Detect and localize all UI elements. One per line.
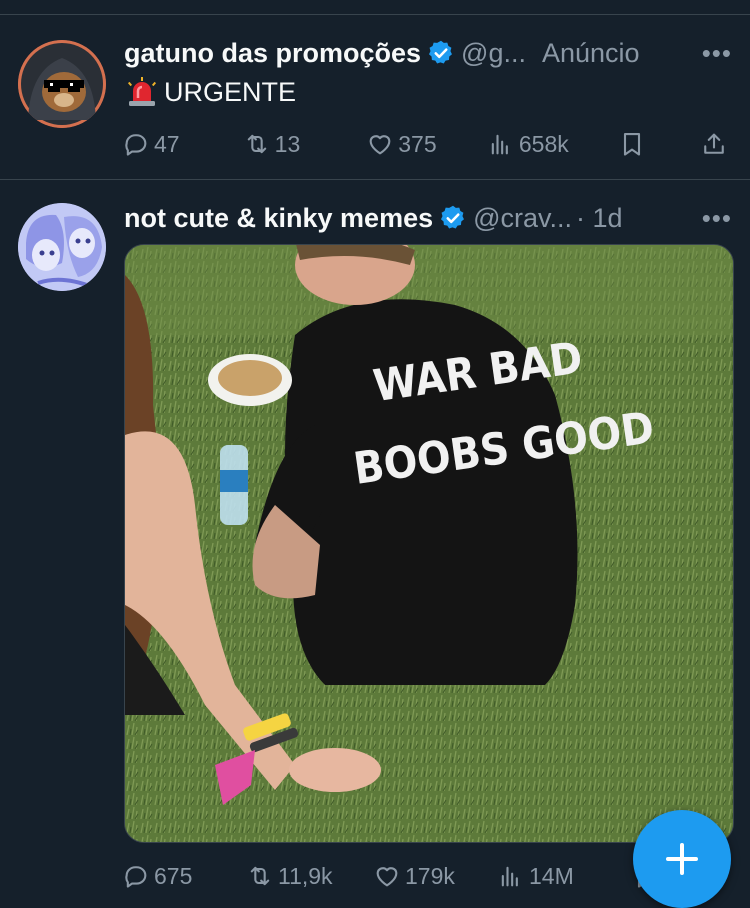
compose-button[interactable] bbox=[633, 810, 731, 908]
like-button[interactable]: 375 bbox=[366, 130, 487, 158]
cat-avatar-image bbox=[18, 40, 106, 128]
repost-icon bbox=[250, 866, 270, 886]
heart-icon bbox=[376, 867, 398, 887]
views-chart-icon bbox=[501, 866, 518, 887]
display-name[interactable]: gatuno das promoções bbox=[124, 38, 421, 69]
photo-image: WAR BAD BOOBS GOOD bbox=[125, 245, 733, 842]
reply-count: 675 bbox=[154, 862, 193, 889]
verified-badge-icon bbox=[429, 40, 453, 64]
reply-button[interactable]: 47 bbox=[122, 130, 243, 158]
repost-button[interactable]: 11,9k bbox=[246, 862, 373, 890]
share-button[interactable] bbox=[700, 130, 732, 158]
handle[interactable]: @crav... bbox=[473, 203, 572, 234]
reply-icon bbox=[125, 866, 147, 888]
promoted-post[interactable]: gatuno das promoções @g... Anúncio ••• U… bbox=[0, 15, 750, 180]
ad-label: Anúncio bbox=[541, 37, 640, 68]
repost-count: 13 bbox=[274, 130, 301, 157]
bookmark-icon bbox=[624, 133, 641, 156]
more-options-icon[interactable]: ••• bbox=[702, 38, 732, 69]
share-icon bbox=[704, 133, 724, 154]
more-options-icon[interactable]: ••• bbox=[702, 203, 732, 234]
previous-post-edge bbox=[0, 0, 750, 15]
anime-avatar-image bbox=[18, 203, 106, 291]
repost-icon bbox=[247, 134, 266, 154]
post-header: gatuno das promoções @g... Anúncio ••• bbox=[124, 35, 732, 71]
post-header: not cute & kinky memes @crav... · 1d ••• bbox=[124, 200, 732, 236]
post[interactable]: not cute & kinky memes @crav... · 1d ••• bbox=[0, 181, 750, 901]
post-text-content: URGENTE bbox=[164, 76, 297, 107]
like-button[interactable]: 179k bbox=[373, 862, 497, 890]
bookmark-button[interactable] bbox=[618, 130, 700, 158]
views-button[interactable]: 14M bbox=[497, 862, 632, 890]
verified-badge-icon bbox=[441, 205, 465, 229]
reply-button[interactable]: 675 bbox=[122, 862, 246, 890]
views-chart-icon bbox=[491, 134, 508, 155]
like-count: 375 bbox=[398, 130, 437, 157]
views-count: 14M bbox=[529, 862, 574, 889]
repost-button[interactable]: 13 bbox=[243, 130, 367, 158]
post-text: URGENTE bbox=[126, 76, 296, 108]
siren-emoji-icon bbox=[127, 77, 157, 106]
reply-count: 47 bbox=[154, 130, 180, 157]
like-count: 179k bbox=[405, 862, 455, 889]
reply-icon bbox=[125, 134, 147, 156]
timestamp[interactable]: · 1d bbox=[576, 203, 623, 234]
heart-icon bbox=[369, 135, 391, 155]
post-photo[interactable]: WAR BAD BOOBS GOOD bbox=[124, 244, 734, 843]
display-name[interactable]: not cute & kinky memes bbox=[124, 203, 433, 234]
post-actions: 47 13 375 658k bbox=[122, 127, 732, 161]
views-count: 658k bbox=[518, 130, 569, 157]
avatar[interactable] bbox=[18, 203, 106, 291]
repost-count: 11,9k bbox=[278, 862, 333, 889]
views-button[interactable]: 658k bbox=[487, 130, 618, 158]
plus-icon bbox=[666, 843, 698, 875]
avatar[interactable] bbox=[18, 40, 106, 128]
handle[interactable]: @g... bbox=[461, 38, 526, 69]
